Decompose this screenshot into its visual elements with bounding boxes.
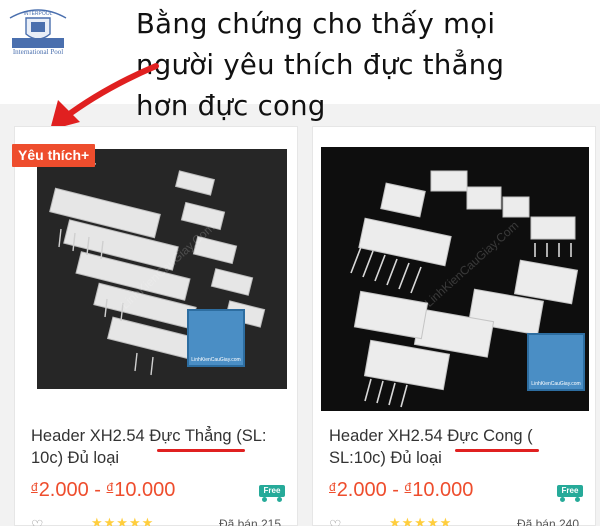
logo-top-text: INTERPOOL — [24, 11, 53, 17]
price-max: 10.000 — [114, 479, 176, 501]
price-separator: - — [88, 479, 107, 501]
product-card-curved[interactable]: LinhKienCauGiay.com LinhKienCauGiay.Com … — [312, 126, 596, 526]
price-range: đ2.000 - đ10.000 — [329, 479, 473, 502]
title-text: Header XH2.54 — [31, 427, 150, 445]
star-rating: ★★★★★ — [389, 515, 453, 526]
title-highlight: Đực Thẳng — [149, 427, 232, 445]
price-separator: - — [386, 479, 405, 501]
currency-symbol: đ — [404, 480, 412, 494]
currency-symbol: đ — [329, 480, 336, 494]
favorite-badge: Yêu thích+ — [12, 144, 96, 167]
free-shipping-icon: Free — [555, 485, 583, 502]
highlight-underline — [157, 449, 245, 452]
sold-count: Đã bán 215 — [218, 517, 281, 526]
product-image[interactable]: XH2.54 LinhKienCauGiay.com LinhKi — [37, 149, 287, 389]
price-min: 2.000 — [336, 479, 387, 501]
sold-count: Đã bán 240 — [516, 517, 579, 526]
logo-shield-icon: INTERPOOL — [9, 9, 67, 48]
card-footer: ♡ ★★★★★ Đã bán 240 — [329, 515, 593, 526]
caption-line-3: hơn đực cong — [136, 90, 326, 122]
title-highlight: Đực Cong — [447, 427, 523, 445]
heart-icon[interactable]: ♡ — [31, 517, 44, 526]
free-shipping-icon: Free — [257, 485, 285, 502]
title-text: Header XH2.54 — [329, 427, 448, 445]
price-max: 10.000 — [412, 479, 474, 501]
caption-line-2: người yêu thích đực thẳng — [136, 49, 505, 81]
free-label: Free — [557, 485, 583, 497]
highlight-underline — [455, 449, 539, 452]
caption-line-1: Bằng chứng cho thấy mọi — [136, 8, 496, 40]
logo: INTERPOOL International Pool — [4, 4, 72, 62]
price-min: 2.000 — [38, 479, 89, 501]
meme-caption: Bằng chứng cho thấy mọi người yêu thích … — [136, 4, 596, 127]
logo-sub-text: International Pool — [12, 48, 64, 56]
price-range: đ2.000 - đ10.000 — [31, 479, 175, 502]
currency-symbol: đ — [106, 480, 114, 494]
chip-watermark-icon: LinhKienCauGiay.com — [527, 333, 585, 391]
product-title[interactable]: Header XH2.54 Đực Thẳng (SL: 10c) Đủ loạ… — [31, 425, 295, 469]
currency-symbol: đ — [31, 480, 38, 494]
red-arrow-icon — [50, 63, 159, 130]
product-title[interactable]: Header XH2.54 Đực Cong ( SL:10c) Đủ loại — [329, 425, 593, 469]
chip-watermark-icon: LinhKienCauGiay.com — [187, 309, 245, 367]
star-rating: ★★★★★ — [91, 515, 155, 526]
heart-icon[interactable]: ♡ — [329, 517, 342, 526]
product-card-straight[interactable]: XH2.54 LinhKienCauGiay.com LinhKi — [14, 126, 298, 526]
card-footer: ♡ ★★★★★ Đã bán 215 — [31, 515, 295, 526]
product-image[interactable]: LinhKienCauGiay.com LinhKienCauGiay.Com — [321, 147, 589, 411]
free-label: Free — [259, 485, 285, 497]
